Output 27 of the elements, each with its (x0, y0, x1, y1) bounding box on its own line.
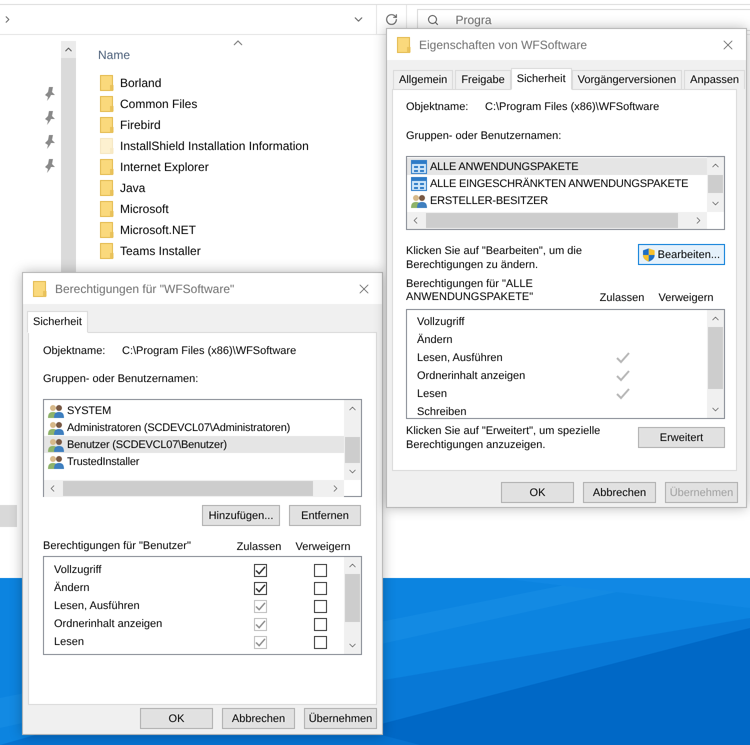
permission-name: Ändern (416, 334, 454, 346)
object-path: C:\Program Files (x86)\WFSoftware (485, 101, 660, 113)
object-label: Objektname: (406, 101, 470, 113)
permission-name: Lesen, Ausführen (53, 600, 141, 612)
permission-name: Lesen (53, 636, 85, 648)
permission-name: Lesen (416, 388, 448, 400)
permission-name: Ändern (53, 582, 90, 594)
permissions-label: Berechtigungen für "ALLE ANWENDUNGSPAKETE" (406, 278, 534, 304)
permissions-label: Berechtigungen für "Benutzer" (43, 540, 192, 553)
permission-name: Ordnerinhalt anzeigen (416, 370, 526, 382)
permission-name: Lesen, Ausführen (416, 352, 504, 364)
object-path: C:\Program Files (x86)\WFSoftware (122, 345, 296, 357)
permission-name: Schreiben (416, 406, 468, 418)
permission-name: Vollzugriff (416, 316, 466, 328)
column-header: Zulassen (236, 541, 282, 553)
edit-hint: Klicken Sie auf "Bearbeiten", um die Berechtigungen zu ändern. (406, 244, 583, 272)
column-header: Zulassen (598, 292, 646, 304)
advanced-hint: Klicken Sie auf "Erweitert", um spezielle Berechtigungen anzuzeigen. (406, 424, 602, 452)
groups-label: Gruppen- oder Benutzernamen: (43, 373, 200, 385)
permission-name: Ordnerinhalt anzeigen (53, 618, 164, 630)
column-header: Verweigern (657, 292, 715, 304)
window-title: Eigenschaften von WFSoftware (419, 38, 588, 52)
column-header: Verweigern (294, 541, 352, 553)
permission-name: Vollzugriff (53, 564, 102, 576)
window-title: Berechtigungen für "WFSoftware" (55, 282, 236, 296)
groups-label: Gruppen- oder Benutzernamen: (406, 130, 562, 142)
object-label: Objektname: (43, 345, 106, 357)
